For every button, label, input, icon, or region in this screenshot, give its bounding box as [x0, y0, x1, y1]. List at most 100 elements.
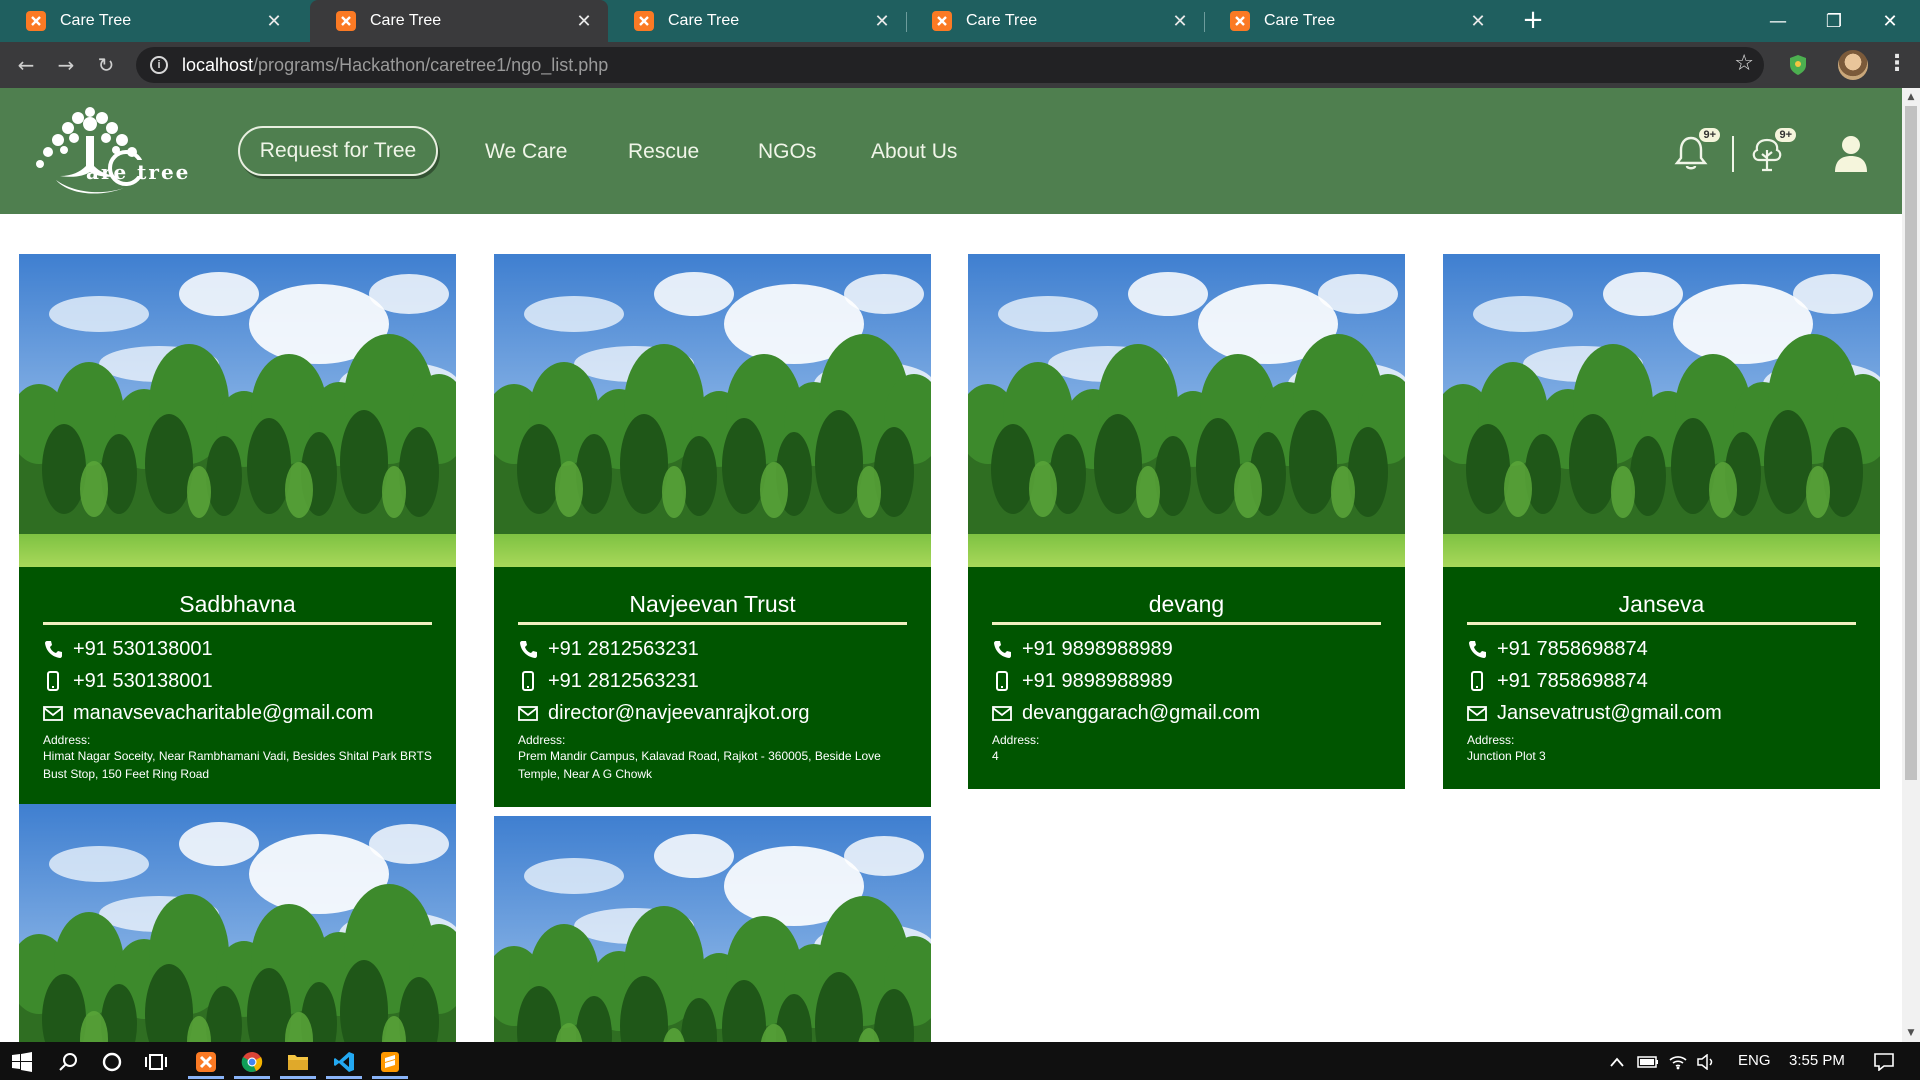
email-address[interactable]: devanggarach@gmail.com [1022, 702, 1260, 725]
tab-close-icon[interactable]: ✕ [1170, 11, 1190, 32]
system-clock[interactable]: 3:55 PM [1789, 1052, 1845, 1069]
forest-photo [968, 254, 1405, 567]
ngo-name: Navjeevan Trust [518, 591, 907, 625]
ngo-card-partial[interactable] [494, 816, 931, 1042]
volume-icon[interactable] [1692, 1046, 1720, 1078]
forward-arrow-icon[interactable]: → [52, 51, 80, 79]
phone-row: +91 530138001 [43, 633, 432, 665]
mobile-icon [992, 671, 1016, 691]
taskbar-file-explorer[interactable] [276, 1046, 320, 1079]
logo-text: are tree [86, 160, 191, 184]
back-arrow-icon[interactable]: ← [12, 51, 40, 79]
scroll-thumb[interactable] [1905, 106, 1917, 780]
email-address[interactable]: director@navjeevanrajkot.org [548, 702, 810, 725]
browser-menu-icon[interactable]: ⋮ [1886, 50, 1908, 78]
battery-icon[interactable] [1634, 1046, 1662, 1078]
forest-photo [1443, 254, 1880, 567]
address-bar[interactable]: i localhost/programs/Hackathon/caretree1… [136, 47, 1764, 83]
scroll-down-icon[interactable]: ▼ [1902, 1024, 1920, 1042]
care-tree-logo[interactable] [28, 106, 220, 198]
tab-close-icon[interactable]: ✕ [264, 11, 284, 32]
cortana-button[interactable] [90, 1046, 134, 1078]
close-window-button[interactable]: ✕ [1862, 0, 1918, 42]
task-view-button[interactable] [134, 1046, 178, 1078]
tab-close-icon[interactable]: ✕ [872, 11, 892, 32]
tree-requests-button[interactable]: 9+ [1746, 128, 1796, 174]
mobile-number[interactable]: +91 9898988989 [1022, 670, 1173, 693]
wifi-icon[interactable] [1664, 1046, 1692, 1078]
nav-about-us[interactable]: About Us [871, 140, 957, 164]
browser-tab[interactable]: Care Tree ✕ [608, 0, 906, 42]
tab-close-icon[interactable]: ✕ [1468, 11, 1488, 32]
email-address[interactable]: manavsevacharitable@gmail.com [73, 702, 373, 725]
email-address[interactable]: Jansevatrust@gmail.com [1497, 702, 1722, 725]
ngo-name: Janseva [1467, 591, 1856, 625]
envelope-icon [43, 703, 67, 723]
address-text: 4 [992, 749, 999, 763]
envelope-icon [1467, 703, 1491, 723]
reload-icon[interactable]: ↻ [92, 51, 120, 79]
page-scrollbar[interactable]: ▲ ▼ [1902, 88, 1920, 1042]
address-label: Address: [992, 733, 1040, 747]
url-host: localhost [182, 54, 254, 75]
new-tab-button[interactable]: + [1518, 6, 1548, 36]
ngo-card[interactable]: Janseva +91 7858698874 +91 7858698874 Ja… [1443, 254, 1880, 789]
phone-number[interactable]: +91 530138001 [73, 638, 213, 661]
mobile-icon [1467, 671, 1491, 691]
phone-number[interactable]: +91 7858698874 [1497, 638, 1648, 661]
address-text: Prem Mandir Campus, Kalavad Road, Rajkot… [518, 749, 881, 781]
bookmark-star-icon[interactable]: ☆ [1734, 51, 1754, 76]
email-row: director@navjeevanrajkot.org [518, 697, 907, 729]
mobile-number[interactable]: +91 7858698874 [1497, 670, 1648, 693]
nav-rescue[interactable]: Rescue [628, 140, 699, 164]
taskbar-sublime[interactable] [368, 1046, 412, 1079]
notification-bell-button[interactable]: 9+ [1670, 128, 1720, 174]
tab-title: Care Tree [370, 12, 442, 29]
chrome-icon [241, 1052, 263, 1072]
ngo-card[interactable]: devang +91 9898988989 +91 9898988989 dev… [968, 254, 1405, 789]
url-text: localhost/programs/Hackathon/caretree1/n… [182, 55, 608, 76]
action-center-button[interactable] [1862, 1046, 1906, 1078]
tray-overflow-chevron-icon[interactable] [1604, 1046, 1630, 1078]
phone-number[interactable]: +91 9898988989 [1022, 638, 1173, 661]
forest-photo [494, 816, 931, 1042]
windows-logo-icon [12, 1052, 32, 1072]
browser-tab[interactable]: Care Tree ✕ [906, 0, 1204, 42]
start-button[interactable] [0, 1046, 44, 1078]
phone-icon [43, 639, 67, 659]
xampp-favicon-icon [634, 11, 654, 31]
tab-title: Care Tree [668, 12, 740, 29]
address-label: Address: [1467, 733, 1515, 747]
profile-avatar[interactable] [1838, 50, 1868, 80]
input-language[interactable]: ENG [1738, 1052, 1771, 1069]
tab-close-icon[interactable]: ✕ [574, 11, 594, 32]
search-button[interactable] [46, 1046, 90, 1078]
nav-ngos[interactable]: NGOs [758, 140, 816, 164]
shield-extension-icon[interactable] [1785, 52, 1811, 78]
browser-tab-active[interactable]: Care Tree ✕ [310, 0, 608, 42]
vscode-icon [334, 1052, 354, 1072]
ngo-card-partial[interactable] [19, 804, 456, 1042]
envelope-icon [992, 703, 1016, 723]
phone-number[interactable]: +91 2812563231 [548, 638, 699, 661]
ngo-card[interactable]: Navjeevan Trust +91 2812563231 +91 28125… [494, 254, 931, 807]
mobile-number[interactable]: +91 530138001 [73, 670, 213, 693]
restore-button[interactable]: ❐ [1806, 0, 1862, 42]
address-text: Himat Nagar Soceity, Near Rambhamani Vad… [43, 749, 432, 781]
browser-tab[interactable]: Care Tree ✕ [0, 0, 298, 42]
ngo-card[interactable]: Sadbhavna +91 530138001 +91 530138001 ma… [19, 254, 456, 807]
mobile-number[interactable]: +91 2812563231 [548, 670, 699, 693]
taskbar-vscode[interactable] [322, 1046, 366, 1079]
minimize-button[interactable]: — [1750, 0, 1806, 42]
site-info-icon[interactable]: i [150, 56, 168, 74]
scroll-up-icon[interactable]: ▲ [1902, 88, 1920, 106]
browser-tab[interactable]: Care Tree ✕ [1204, 0, 1502, 42]
address-label: Address: [43, 733, 91, 747]
taskbar-xampp[interactable] [184, 1046, 228, 1079]
url-path: /programs/Hackathon/caretree1/ngo_list.p… [253, 54, 609, 75]
taskbar-chrome[interactable] [230, 1046, 274, 1079]
user-account-button[interactable] [1830, 132, 1872, 174]
request-for-tree-button[interactable]: Request for Tree [238, 126, 438, 176]
page-viewport: are tree Request for Tree We Care Rescue… [0, 88, 1902, 1042]
nav-we-care[interactable]: We Care [485, 140, 567, 164]
